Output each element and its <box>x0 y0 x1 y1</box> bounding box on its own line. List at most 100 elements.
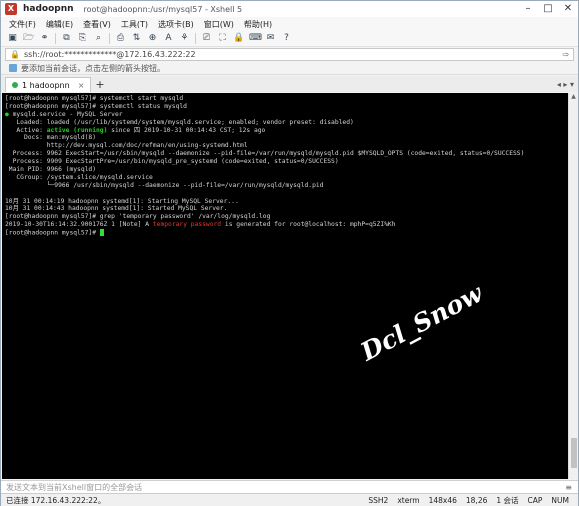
help-icon[interactable]: ? <box>281 33 292 44</box>
tab-label: 1 hadoopnn <box>22 80 70 90</box>
send-bar[interactable]: 发送文本到当前Xshell窗口的全部会话 ≡ <box>1 480 578 493</box>
add-session-icon[interactable] <box>9 64 17 72</box>
terminal-cursor <box>99 229 104 237</box>
terminal-text: temporary password <box>152 221 222 229</box>
terminal-text: [root@hadoopnn mysql57]# grep 'temporary… <box>5 213 271 221</box>
maximize-icon[interactable]: □ <box>538 1 558 17</box>
menu-edit[interactable]: 编辑(E) <box>46 19 73 30</box>
paste-icon[interactable]: ⎘ <box>77 33 88 44</box>
keyboard-icon[interactable]: ⌨ <box>249 33 262 44</box>
terminal-line: ● mysqld.service - MySQL Server <box>5 111 565 119</box>
terminal-line: Loaded: loaded (/usr/lib/systemd/system/… <box>5 119 565 127</box>
status-sessions: 1 会话 <box>496 495 519 505</box>
status-terminal-type: xterm <box>397 495 420 505</box>
terminal-text: 2019-10-30T16:14:32.900176Z 1 [Note] A <box>5 221 153 229</box>
menu-tab[interactable]: 选项卡(B) <box>158 19 194 30</box>
tab-session-1[interactable]: 1 hadoopnn × <box>5 77 92 92</box>
status-size: 148x46 <box>428 495 457 505</box>
terminal-line: 10月 31 00:14:43 hadoopnn systemd[1]: Sta… <box>5 205 565 213</box>
terminal-line: [root@hadoopnn mysql57]# grep 'temporary… <box>5 213 565 221</box>
minimize-icon[interactable]: – <box>518 1 538 17</box>
terminal-text: http://dev.mysql.com/doc/refman/en/using… <box>5 142 248 150</box>
status-num: NUM <box>551 495 569 505</box>
lock-icon[interactable]: 🔒 <box>233 33 244 44</box>
script-icon[interactable]: ⎚ <box>201 33 212 44</box>
title-bar: X hadoopnn root@hadoopnn:/usr/mysql57 - … <box>1 1 578 17</box>
terminal-text: 10月 31 00:14:43 hadoopnn systemd[1]: Sta… <box>5 205 228 213</box>
terminal-text: [root@hadoopnn mysql57]# systemctl statu… <box>5 102 187 110</box>
status-bar: 已连接 172.16.43.222:22。 SSH2 xterm 148x46 … <box>1 493 578 506</box>
fullscreen-icon[interactable]: ⛶ <box>217 33 228 44</box>
terminal-line: [root@hadoopnn mysql57]# <box>5 229 565 237</box>
window-host-title: hadoopnn <box>23 4 74 14</box>
go-arrow-icon[interactable]: ⇨ <box>559 50 573 59</box>
menu-window[interactable]: 窗口(W) <box>204 19 234 30</box>
copy-icon[interactable]: ⧉ <box>61 33 72 44</box>
toolbar-separator <box>195 33 196 44</box>
lock-icon: 🔒 <box>10 50 20 59</box>
status-protocol: SSH2 <box>368 495 389 505</box>
link-icon[interactable]: ⚭ <box>39 33 50 44</box>
status-cursor-position: 18,26 <box>465 495 488 505</box>
window-full-title: root@hadoopnn:/usr/mysql57 - Xshell 5 <box>83 4 243 14</box>
terminal-text: [root@hadoopnn mysql57]# <box>5 229 100 237</box>
menu-help[interactable]: 帮助(H) <box>244 19 272 30</box>
scroll-up-icon[interactable]: ▲ <box>569 93 578 102</box>
globe-icon[interactable]: ⊕ <box>147 33 158 44</box>
terminal-text: CGroup: /system.slice/mysqld.service <box>5 173 153 181</box>
terminal-line: Main PID: 9966 (mysqld) <box>5 166 565 174</box>
new-session-icon[interactable]: ▣ <box>7 33 18 44</box>
status-connection: 已连接 172.16.43.222:22。 <box>6 495 106 505</box>
open-folder-icon[interactable]: 🗁 <box>23 33 34 44</box>
terminal-text: [root@hadoopnn mysql57]# systemctl start… <box>5 95 184 102</box>
terminal-text: Active: <box>5 126 47 134</box>
tab-navigation[interactable]: ◂ ▸ ▾ <box>557 77 574 92</box>
new-tab-button[interactable]: + <box>95 77 104 92</box>
toolbar-separator <box>109 33 110 44</box>
xshell-app-icon: X <box>5 3 17 15</box>
terminal-line: └─9966 /usr/sbin/mysqld --daemonize --pi… <box>5 182 565 190</box>
terminal-text: Process: 9909 ExecStartPre=/usr/bin/mysq… <box>5 158 339 166</box>
connected-status-icon <box>12 82 18 88</box>
terminal-line: http://dev.mysql.com/doc/refman/en/using… <box>5 142 565 150</box>
font-icon[interactable]: A <box>163 33 174 44</box>
tab-close-icon[interactable]: × <box>78 81 85 90</box>
address-text[interactable]: ssh://root:*************@172.16.43.222:2… <box>24 50 196 59</box>
toolbar-separator <box>55 33 56 44</box>
terminal-line: Process: 9962 ExecStart=/usr/sbin/mysqld… <box>5 150 565 158</box>
tab-bar: 1 hadoopnn × + ◂ ▸ ▾ <box>1 76 578 92</box>
close-icon[interactable]: ✕ <box>558 1 578 17</box>
search-icon[interactable]: ⌕ <box>93 33 104 44</box>
transfer-icon[interactable]: ⇅ <box>131 33 142 44</box>
menu-file[interactable]: 文件(F) <box>9 19 36 30</box>
terminal-line: Docs: man:mysqld(8) <box>5 134 565 142</box>
terminal-screen[interactable]: [root@hadoopnn mysql57]# systemctl start… <box>2 93 568 479</box>
xshell-window: X hadoopnn root@hadoopnn:/usr/mysql57 - … <box>0 0 579 506</box>
address-bar[interactable]: 🔒 ssh://root:*************@172.16.43.222… <box>5 48 574 61</box>
scroll-thumb[interactable] <box>571 438 577 468</box>
menu-tools[interactable]: 工具(T) <box>121 19 148 30</box>
hint-text: 要添加当前会话，点击左侧的箭头按钮。 <box>21 63 165 73</box>
terminal-text: Loaded: loaded (/usr/lib/systemd/system/… <box>5 118 354 126</box>
send-menu-icon[interactable]: ≡ <box>565 483 572 492</box>
menu-bar: 文件(F) 编辑(E) 查看(V) 工具(T) 选项卡(B) 窗口(W) 帮助(… <box>1 17 578 31</box>
print-icon[interactable]: ⎙ <box>115 33 126 44</box>
menu-view[interactable]: 查看(V) <box>83 19 111 30</box>
terminal-text: Docs: man:mysqld(8) <box>5 134 96 142</box>
terminal-line: 2019-10-30T16:14:32.900176Z 1 [Note] A t… <box>5 221 565 229</box>
terminal-line: [root@hadoopnn mysql57]# systemctl start… <box>5 95 565 103</box>
terminal-text: └─9966 /usr/sbin/mysqld --daemonize --pi… <box>5 181 324 189</box>
toolbar: ▣ 🗁 ⚭ ⧉ ⎘ ⌕ ⎙ ⇅ ⊕ A ⚘ ⎚ ⛶ 🔒 ⌨ ✉? <box>1 31 578 47</box>
terminal-text: since 四 2019-10-31 00:14:43 CST; 12s ago <box>107 126 266 134</box>
chat-icon[interactable]: ✉ <box>265 33 276 44</box>
terminal-line: Active: active (running) since 四 2019-10… <box>5 127 565 135</box>
xftp-icon[interactable]: ⚘ <box>179 33 190 44</box>
hint-bar: 要添加当前会话，点击左侧的箭头按钮。 <box>1 62 578 75</box>
terminal-text: Main PID: 9966 (mysqld) <box>5 166 96 174</box>
send-bar-placeholder[interactable]: 发送文本到当前Xshell窗口的全部会话 <box>6 482 142 493</box>
terminal-text: active (running) <box>46 126 108 134</box>
vertical-scrollbar[interactable]: ▲ <box>568 93 578 479</box>
terminal-line: [root@hadoopnn mysql57]# systemctl statu… <box>5 103 565 111</box>
terminal-text: mysqld.service - MySQL Server <box>8 110 123 118</box>
